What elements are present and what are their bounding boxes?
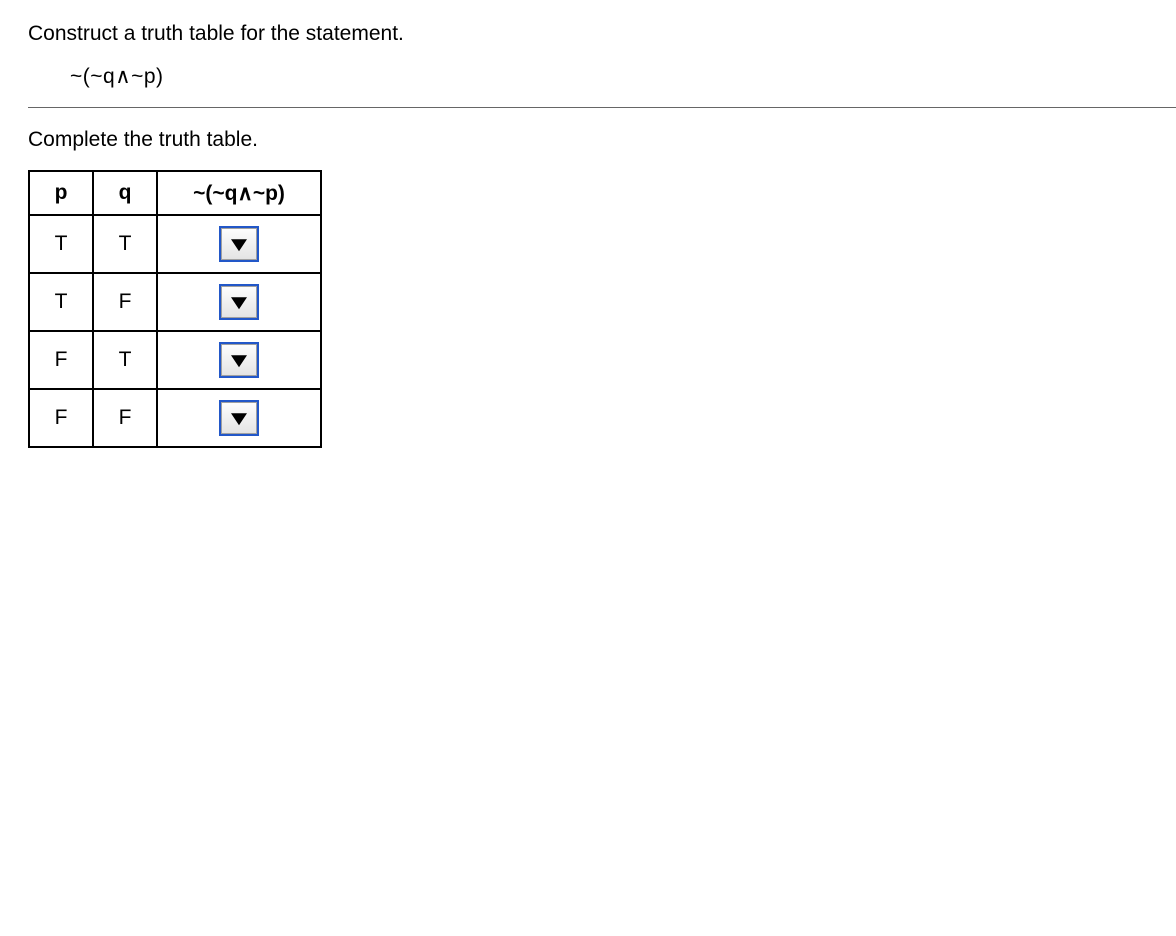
- table-row: F T: [29, 331, 321, 389]
- header-p: p: [29, 171, 93, 215]
- cell-p: T: [29, 215, 93, 273]
- answer-dropdown[interactable]: [221, 286, 257, 318]
- divider-line: [28, 107, 1176, 108]
- truth-table: p q ~(~q∧~p) T T T F F T: [28, 170, 322, 448]
- cell-q: T: [93, 331, 157, 389]
- cell-q: T: [93, 215, 157, 273]
- table-row: T T: [29, 215, 321, 273]
- complete-instruction: Complete the truth table.: [28, 128, 1176, 152]
- header-q: q: [93, 171, 157, 215]
- cell-q: F: [93, 389, 157, 447]
- header-expr: ~(~q∧~p): [157, 171, 321, 215]
- cell-answer: [157, 331, 321, 389]
- chevron-down-icon: [231, 239, 247, 251]
- cell-answer: [157, 273, 321, 331]
- answer-dropdown[interactable]: [221, 402, 257, 434]
- answer-dropdown[interactable]: [221, 344, 257, 376]
- prompt-text: Construct a truth table for the statemen…: [28, 22, 1176, 46]
- cell-p: F: [29, 389, 93, 447]
- cell-p: T: [29, 273, 93, 331]
- statement-expression: ~(~q∧~p): [70, 64, 1176, 89]
- cell-answer: [157, 389, 321, 447]
- cell-q: F: [93, 273, 157, 331]
- cell-p: F: [29, 331, 93, 389]
- chevron-down-icon: [231, 297, 247, 309]
- answer-dropdown[interactable]: [221, 228, 257, 260]
- cell-answer: [157, 215, 321, 273]
- chevron-down-icon: [231, 355, 247, 367]
- table-row: T F: [29, 273, 321, 331]
- table-row: F F: [29, 389, 321, 447]
- table-header-row: p q ~(~q∧~p): [29, 171, 321, 215]
- chevron-down-icon: [231, 413, 247, 425]
